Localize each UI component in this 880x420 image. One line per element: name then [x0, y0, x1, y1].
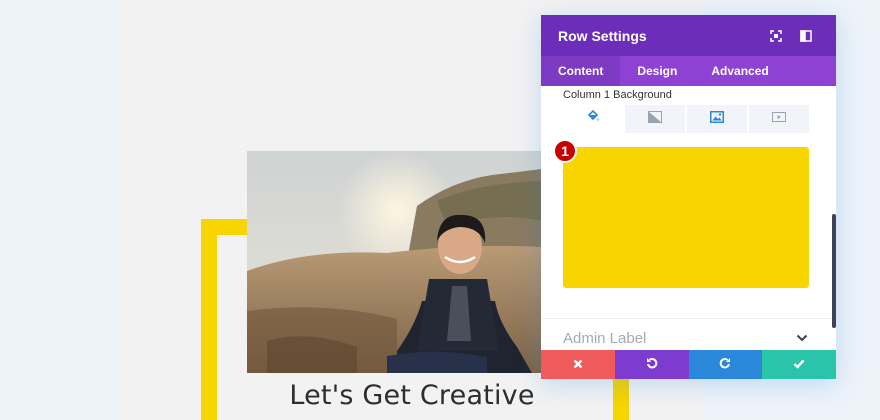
close-icon: [573, 356, 583, 374]
yellow-frame-left: [201, 219, 217, 420]
save-button[interactable]: [762, 350, 836, 379]
panel-title: Row Settings: [558, 27, 647, 44]
yellow-frame-right: [613, 378, 629, 420]
color-fill-tab[interactable]: [563, 105, 623, 133]
panel-footer: [541, 350, 836, 379]
chevron-down-icon: [795, 331, 809, 345]
video-icon: [772, 110, 786, 128]
admin-label: Admin Label: [563, 329, 647, 347]
color-fill-icon: [586, 109, 600, 128]
row-settings-panel: Row Settings Content Design Advanced Col…: [541, 15, 836, 379]
redo-button[interactable]: [688, 350, 763, 379]
split-view-icon[interactable]: [793, 23, 819, 49]
tab-advanced[interactable]: Advanced: [694, 56, 785, 86]
panel-body: Column 1 Background 1 Admin Label: [541, 86, 836, 350]
section-label: Column 1 Background: [563, 89, 672, 101]
hero-photo: [247, 151, 542, 373]
tab-content[interactable]: Content: [541, 56, 621, 86]
redo-icon: [719, 356, 731, 374]
background-color-swatch[interactable]: [563, 147, 809, 288]
gradient-icon: [648, 110, 662, 128]
image-icon: [710, 110, 724, 128]
hero-heading: Let's Get Creative: [289, 380, 535, 411]
divider: [541, 318, 832, 319]
image-tab[interactable]: [687, 105, 747, 133]
gradient-tab[interactable]: [625, 105, 685, 133]
scrollbar[interactable]: [832, 214, 836, 328]
undo-icon: [646, 356, 658, 374]
step-badge: 1: [553, 139, 577, 163]
video-tab[interactable]: [749, 105, 809, 133]
panel-header: Row Settings: [541, 15, 836, 56]
panel-tabs: Content Design Advanced: [541, 56, 836, 86]
discard-button[interactable]: [541, 350, 615, 379]
fullscreen-icon[interactable]: [763, 23, 789, 49]
background-type-tabs: [563, 105, 809, 133]
check-icon: [793, 356, 805, 374]
undo-button[interactable]: [614, 350, 689, 379]
admin-label-toggle[interactable]: Admin Label: [563, 326, 809, 350]
tab-design[interactable]: Design: [620, 56, 694, 86]
yellow-frame-top: [201, 219, 251, 235]
